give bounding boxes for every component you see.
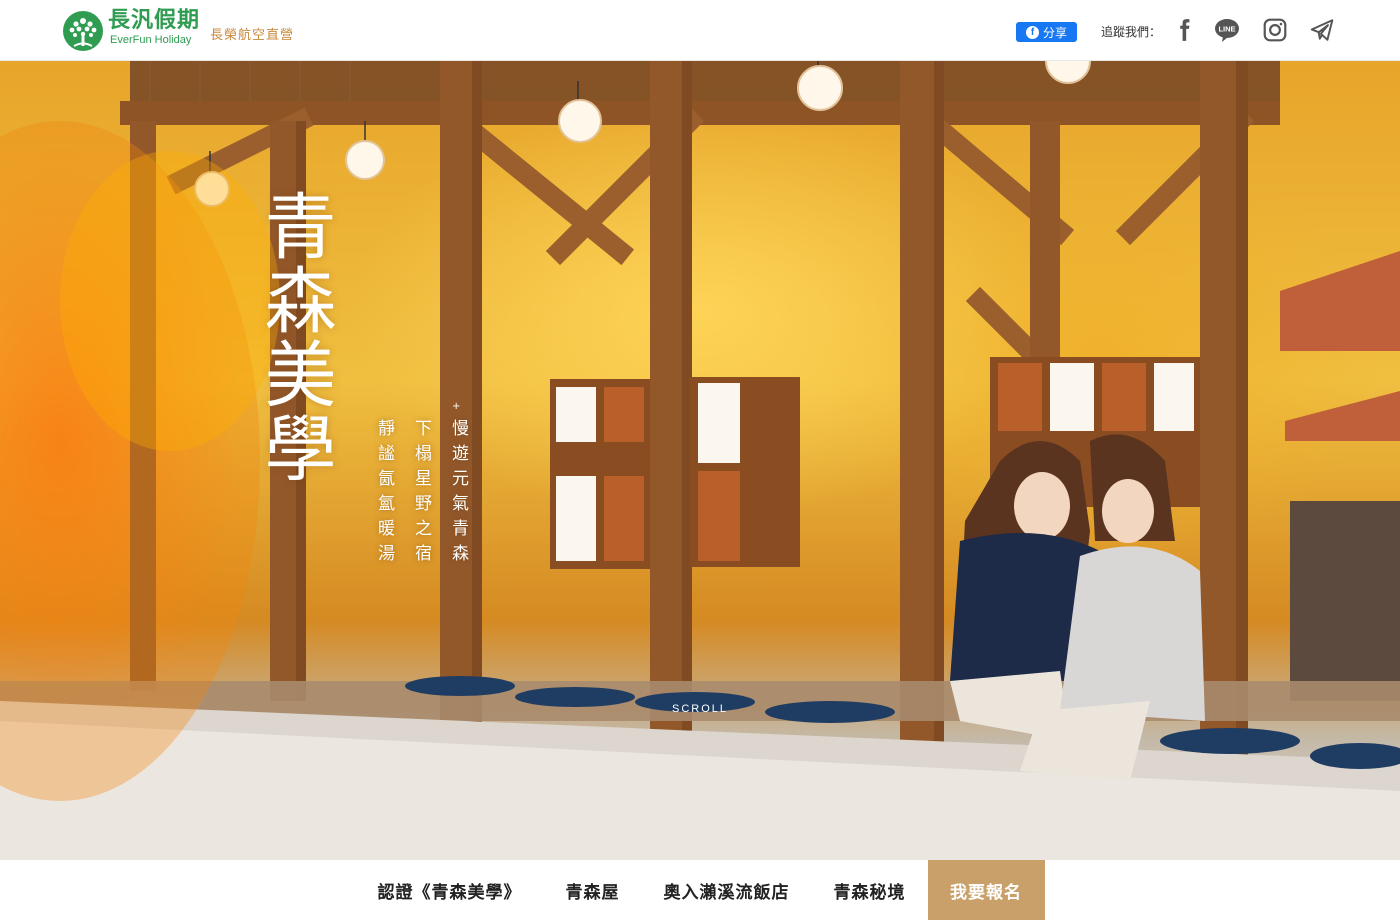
- nav-aomoriya[interactable]: 青森屋: [544, 860, 642, 920]
- brand-logo[interactable]: 長汎假期 EverFun Holiday 長榮航空直營: [62, 10, 294, 52]
- nav-oirase-hotel[interactable]: 奧入瀨溪流飯店: [642, 860, 812, 920]
- site-header: 長汎假期 EverFun Holiday 長榮航空直營 f 分享 追蹤我們： L…: [0, 0, 1400, 61]
- hero-title: 青森美學: [252, 189, 336, 485]
- brand-wordmark: 長汎假期 EverFun Holiday: [108, 10, 200, 46]
- scroll-indicator[interactable]: SCROLL: [672, 703, 728, 715]
- follow-us-label: 追蹤我們：: [1101, 25, 1162, 39]
- facebook-link[interactable]: [1170, 16, 1198, 44]
- tree-logo-icon: [63, 11, 103, 51]
- facebook-icon: [1180, 19, 1190, 41]
- instagram-icon: [1263, 18, 1287, 42]
- telegram-icon: [1310, 19, 1334, 41]
- hero-line-2: 下榻星野之宿: [411, 419, 431, 569]
- people: [950, 434, 1205, 781]
- instagram-link[interactable]: [1261, 16, 1289, 44]
- sparkle-icon: +: [452, 401, 461, 412]
- brand-tagline: 長榮航空直營: [210, 28, 295, 43]
- line-link[interactable]: LINE: [1213, 16, 1241, 44]
- hero-photo: [0, 61, 1400, 860]
- nav-certification[interactable]: 認證《青森美學》: [356, 860, 544, 920]
- section-nav: 認證《青森美學》 青森屋 奧入瀨溪流飯店 青森秘境 我要報名: [0, 860, 1400, 920]
- facebook-icon: f: [1025, 25, 1039, 39]
- signup-button[interactable]: 我要報名: [927, 860, 1045, 920]
- hero-line-1: 慢遊元氣青森: [448, 419, 468, 569]
- brand-name-en: EverFun Holiday: [110, 34, 192, 46]
- share-label: 分享: [1042, 25, 1067, 40]
- facebook-share-button[interactable]: f 分享: [1016, 22, 1077, 42]
- hero-banner: 青森美學 + 慢遊元氣青森 下榻星野之宿 靜謐氤氳暖湯 SCROLL: [0, 61, 1400, 860]
- line-icon-text: LINE: [1218, 25, 1235, 34]
- telegram-link[interactable]: [1308, 16, 1336, 44]
- line-icon: LINE: [1215, 19, 1239, 42]
- hero-line-3: 靜謐氤氳暖湯: [374, 419, 394, 569]
- brand-name-cn: 長汎假期: [108, 8, 201, 33]
- nav-secret-spots[interactable]: 青森秘境: [812, 860, 928, 920]
